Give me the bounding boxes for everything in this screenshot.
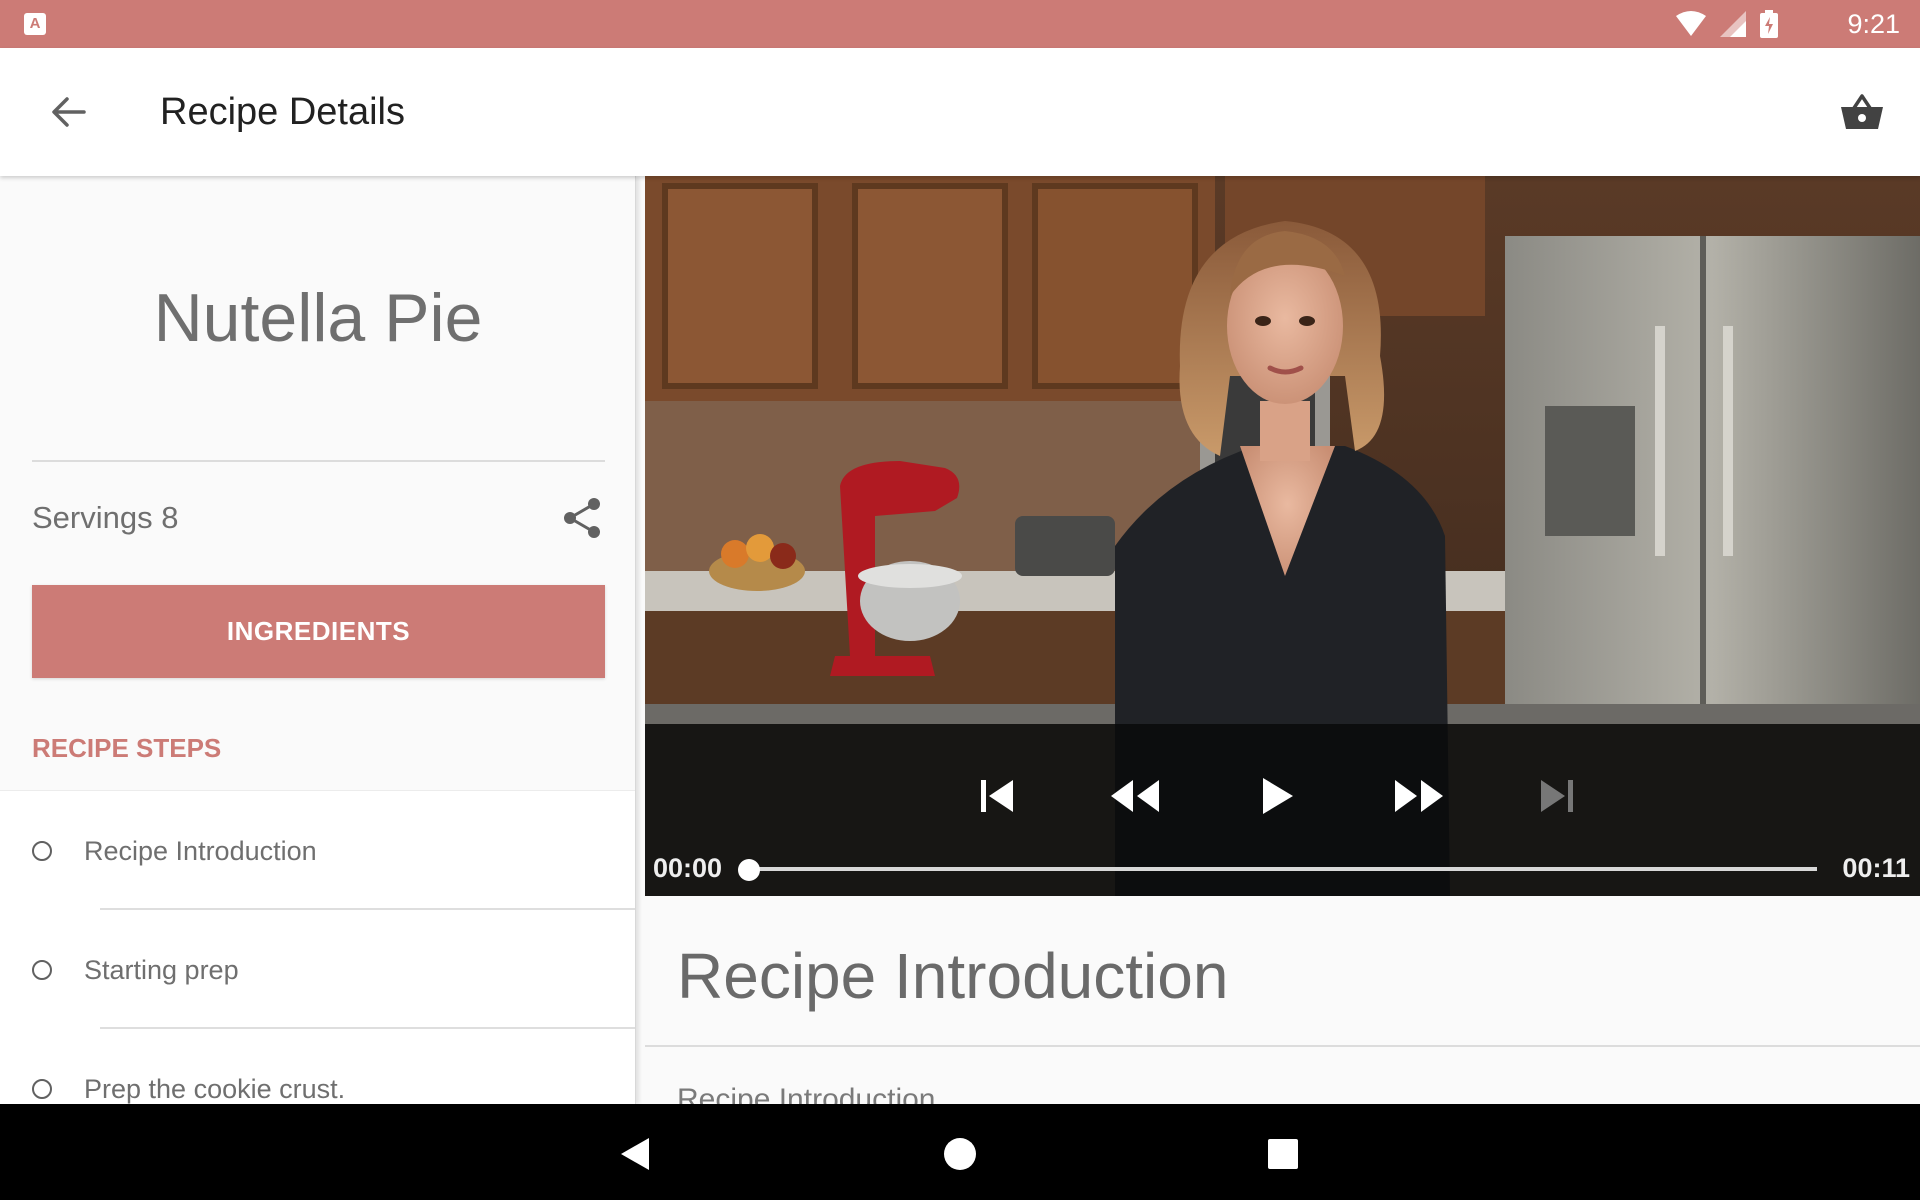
step-item-cookie-crust[interactable]: Prep the cookie crust. <box>0 1029 635 1104</box>
step-label: Recipe Introduction <box>84 836 317 866</box>
signal-icon <box>1720 11 1746 37</box>
nav-home-icon <box>944 1138 976 1170</box>
app-notification-icon: A <box>24 13 46 35</box>
system-nav-bar <box>0 1104 1920 1200</box>
step-item-starting-prep[interactable]: Starting prep <box>0 910 635 1029</box>
skip-previous-icon <box>981 780 1013 812</box>
step-radio[interactable] <box>32 841 52 861</box>
skip-previous-button[interactable] <box>965 764 1029 828</box>
shopping-basket-icon <box>1841 94 1883 129</box>
status-clock: 9:21 <box>1847 9 1900 39</box>
step-title: Recipe Introduction <box>677 940 1229 1012</box>
fast-forward-button[interactable] <box>1387 764 1451 828</box>
page-title: Recipe Details <box>160 91 405 133</box>
fast-forward-icon <box>1395 780 1443 812</box>
skip-next-button[interactable] <box>1525 764 1589 828</box>
skip-next-icon <box>1541 780 1573 812</box>
recipe-name: Nutella Pie <box>153 280 483 356</box>
step-radio[interactable] <box>32 960 52 980</box>
player-controls: 00:00 00:11 <box>645 724 1920 896</box>
app-bar: Recipe Details <box>0 48 1920 176</box>
recipe-steps-header: RECIPE STEPS <box>32 733 222 763</box>
video-player[interactable]: 00:00 00:11 <box>645 176 1920 896</box>
arrow-back-icon <box>52 97 86 127</box>
status-bar: A 9:21 <box>0 0 1920 48</box>
nav-recents-button[interactable] <box>1253 1124 1313 1184</box>
nav-back-button[interactable] <box>605 1124 665 1184</box>
basket-button[interactable] <box>1834 86 1890 138</box>
share-button[interactable] <box>556 492 608 544</box>
seek-bar[interactable] <box>738 859 1817 881</box>
step-label: Starting prep <box>84 955 239 985</box>
position-time: 00:00 <box>653 853 723 883</box>
ingredients-button[interactable]: INGREDIENTS <box>32 585 605 678</box>
rewind-button[interactable] <box>1103 764 1167 828</box>
play-button[interactable] <box>1245 764 1309 828</box>
status-icons <box>1676 10 1778 38</box>
step-description: Recipe Introduction <box>677 1083 936 1104</box>
divider <box>32 460 605 462</box>
play-icon <box>1263 778 1293 814</box>
recipe-steps-list: Recipe Introduction Starting prep Prep t… <box>0 790 635 1104</box>
nav-back-icon <box>621 1138 649 1170</box>
seek-thumb[interactable] <box>738 859 760 881</box>
recipe-panel: Nutella Pie Servings 8 INGREDIENTS RECIP… <box>0 176 636 1104</box>
divider <box>645 1045 1920 1047</box>
step-item-introduction[interactable]: Recipe Introduction <box>0 791 635 910</box>
step-radio[interactable] <box>32 1079 52 1099</box>
battery-charging-icon <box>1760 10 1778 38</box>
rewind-icon <box>1111 780 1159 812</box>
duration-time: 00:11 <box>1842 853 1910 883</box>
step-label: Prep the cookie crust. <box>84 1074 346 1104</box>
nav-recents-icon <box>1268 1139 1298 1169</box>
wifi-icon <box>1676 11 1706 36</box>
share-icon <box>564 498 600 538</box>
back-button[interactable] <box>40 88 96 136</box>
nav-home-button[interactable] <box>930 1124 990 1184</box>
servings-label: Servings 8 <box>32 500 179 535</box>
step-detail-panel: Recipe Introduction Recipe Introduction <box>645 896 1920 1104</box>
